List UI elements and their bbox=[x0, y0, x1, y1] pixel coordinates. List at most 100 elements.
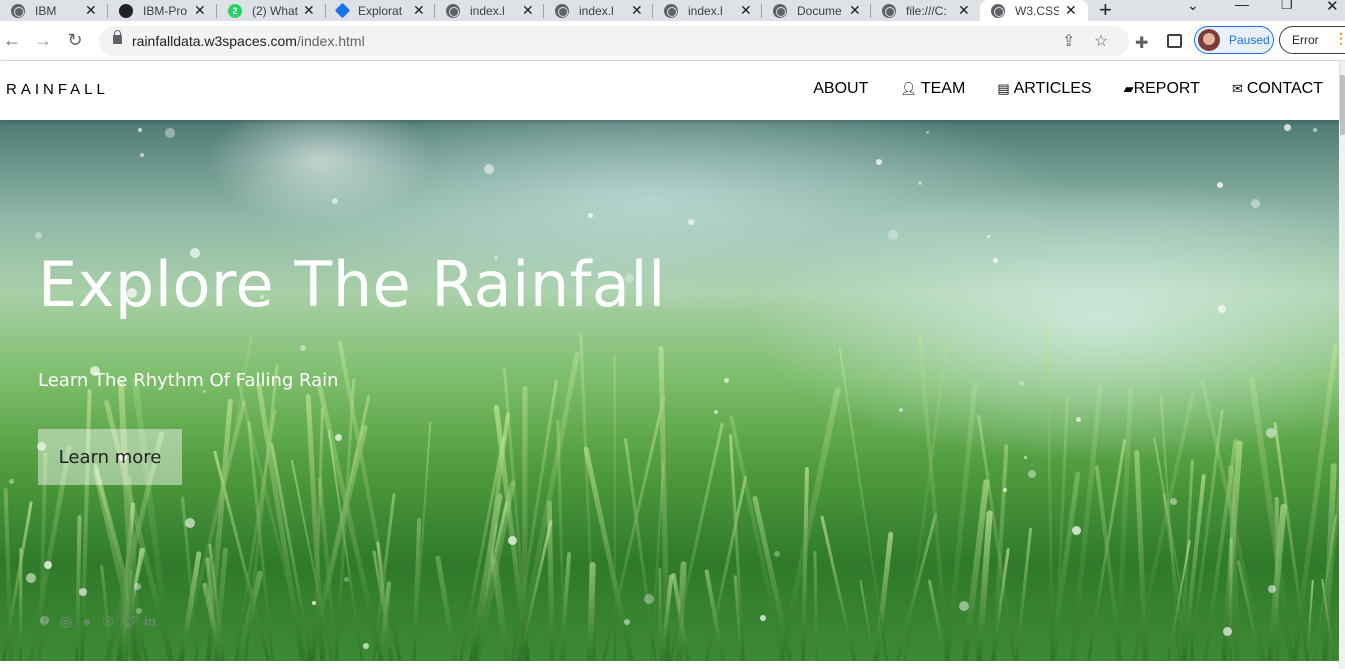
forward-arrow-icon[interactable]: → bbox=[32, 30, 54, 51]
rain-droplet bbox=[1003, 488, 1007, 492]
nav-report[interactable]: ▰ REPORT bbox=[1124, 80, 1200, 98]
rain-droplet bbox=[760, 615, 766, 621]
site-brand[interactable]: RAINFALL bbox=[6, 81, 109, 98]
whatsapp-icon: 2 bbox=[228, 3, 242, 18]
grass-blade bbox=[859, 579, 876, 661]
tab-title: W3.CSS bbox=[1015, 3, 1059, 18]
menu-dots-icon[interactable]: ⋮ bbox=[1334, 30, 1345, 47]
hero-section: Explore The Rainfall Learn The Rhythm Of… bbox=[0, 120, 1339, 661]
rain-droplet bbox=[644, 594, 654, 604]
rain-droplet bbox=[1028, 470, 1036, 478]
close-icon[interactable]: ✕ bbox=[85, 2, 97, 19]
nav-label: CONTACT bbox=[1246, 80, 1323, 97]
extensions-puzzle-icon[interactable]: ✚ bbox=[1135, 33, 1148, 53]
rain-droplet bbox=[9, 479, 14, 484]
rain-droplet bbox=[335, 434, 342, 441]
rain-droplet bbox=[185, 518, 195, 528]
site-nav-links: ABOUT 👤︎ TEAM ▤ ARTICLES ▰ REPORT ✉ CONTACT bbox=[781, 80, 1323, 98]
close-icon[interactable]: ✕ bbox=[413, 2, 425, 19]
share-icon[interactable]: ⇪ bbox=[1062, 31, 1075, 51]
grass-blade bbox=[602, 395, 667, 661]
linkedin-icon[interactable]: in bbox=[142, 613, 158, 630]
diamond-icon bbox=[334, 2, 351, 19]
back-arrow-icon[interactable]: ← bbox=[1, 30, 23, 51]
rain-droplet bbox=[1076, 417, 1081, 422]
nav-contact[interactable]: ✉ CONTACT bbox=[1232, 80, 1323, 98]
tab-search-chevron-icon[interactable]: ⌄ bbox=[1187, 0, 1199, 14]
newspaper-icon: ▤ bbox=[997, 81, 1010, 96]
tab-index-1[interactable]: index.htm ✕ bbox=[435, 0, 543, 21]
close-icon[interactable]: ✕ bbox=[631, 2, 643, 19]
twitter-icon[interactable]: 🐦︎ bbox=[121, 613, 139, 630]
rain-droplet bbox=[588, 213, 593, 218]
tab-ibm[interactable]: IBM ✕ bbox=[0, 0, 108, 21]
rain-droplet bbox=[26, 573, 36, 583]
rain-droplet bbox=[1170, 498, 1177, 505]
rain-droplet bbox=[1072, 526, 1081, 535]
grass-blade bbox=[1236, 560, 1263, 661]
minimize-icon[interactable]: — bbox=[1235, 0, 1249, 12]
nav-label: ABOUT bbox=[813, 80, 869, 97]
instagram-icon[interactable]: ◎ bbox=[58, 613, 74, 630]
grass-blade bbox=[1306, 580, 1315, 661]
rain-droplet bbox=[165, 128, 175, 138]
rain-droplet bbox=[926, 131, 929, 134]
address-bar[interactable]: rainfalldata.w3spaces.com/index.html ⇪ ☆ bbox=[99, 26, 1129, 56]
window-close-icon[interactable]: ✕ bbox=[1326, 0, 1339, 15]
globe-icon bbox=[882, 3, 896, 18]
rain-droplet bbox=[624, 619, 630, 625]
profile-button[interactable]: Paused bbox=[1194, 26, 1274, 54]
tab-title: (2) What bbox=[252, 3, 299, 18]
grass-blade bbox=[820, 515, 857, 661]
tab-file[interactable]: file:///C: ✕ bbox=[871, 0, 979, 21]
nav-articles[interactable]: ▤ ARTICLES bbox=[997, 80, 1091, 98]
error-button[interactable]: Error ⋮ bbox=[1279, 26, 1345, 54]
tab-title: Docume bbox=[797, 3, 841, 18]
close-icon[interactable]: ✕ bbox=[194, 2, 206, 19]
snapchat-icon[interactable]: ● bbox=[79, 613, 95, 630]
tab-whatsapp[interactable]: 2 (2) What ✕ bbox=[217, 0, 325, 21]
url-text[interactable]: rainfalldata.w3spaces.com/index.html bbox=[132, 33, 365, 49]
tab-exploration[interactable]: Explorat ✕ bbox=[326, 0, 434, 21]
rain-droplet bbox=[484, 164, 494, 174]
web-page: RAINFALL ABOUT 👤︎ TEAM ▤ ARTICLES ▰ REPORT … bbox=[0, 61, 1345, 669]
tab-title: index.htm bbox=[470, 3, 504, 18]
rain-droplet bbox=[888, 230, 898, 240]
tab-title: IBM-Pro bbox=[143, 3, 188, 18]
page-scrollbar[interactable] bbox=[1339, 61, 1345, 669]
scrollbar-thumb[interactable] bbox=[1340, 75, 1345, 135]
close-icon[interactable]: ✕ bbox=[303, 2, 315, 19]
rain-droplet bbox=[1218, 305, 1226, 313]
bookmark-star-icon[interactable]: ☆ bbox=[1094, 31, 1108, 51]
avatar bbox=[1198, 29, 1220, 51]
close-icon[interactable]: ✕ bbox=[522, 2, 534, 19]
nav-team[interactable]: 👤︎ TEAM bbox=[900, 80, 965, 98]
tab-index-2[interactable]: index.htm ✕ bbox=[544, 0, 652, 21]
tab-w3css-active[interactable]: W3.CSS ✕ bbox=[980, 0, 1088, 21]
close-icon[interactable]: ✕ bbox=[740, 2, 752, 19]
maximize-icon[interactable]: ❐ bbox=[1281, 0, 1293, 13]
tab-index-3[interactable]: index.htm ✕ bbox=[653, 0, 761, 21]
reload-icon[interactable]: ↻ bbox=[64, 30, 86, 51]
tab-title: index.htm bbox=[579, 3, 613, 18]
tab-ibm-pro[interactable]: IBM-Pro ✕ bbox=[108, 0, 216, 21]
rain-droplet bbox=[140, 153, 144, 157]
rain-droplet bbox=[714, 410, 718, 414]
rain-droplet bbox=[300, 345, 306, 351]
pinterest-icon[interactable]: ℗ bbox=[100, 613, 116, 630]
nav-about[interactable]: ABOUT bbox=[813, 80, 868, 98]
rain-droplet bbox=[1024, 456, 1027, 459]
rain-droplet bbox=[774, 551, 780, 557]
facebook-icon[interactable]: f bbox=[37, 613, 53, 630]
close-icon[interactable]: ✕ bbox=[958, 2, 970, 19]
close-icon[interactable]: ✕ bbox=[1065, 2, 1077, 19]
new-tab-plus-icon[interactable]: + bbox=[1099, 0, 1112, 23]
rain-droplet bbox=[332, 198, 338, 204]
tab-document[interactable]: Docume ✕ bbox=[762, 0, 870, 21]
side-panel-icon[interactable] bbox=[1167, 34, 1182, 48]
rain-droplet bbox=[959, 601, 969, 611]
learn-more-button[interactable]: Learn more bbox=[38, 429, 182, 485]
close-icon[interactable]: ✕ bbox=[849, 2, 861, 19]
tab-title: IBM bbox=[35, 3, 57, 18]
error-label: Error bbox=[1292, 33, 1319, 47]
